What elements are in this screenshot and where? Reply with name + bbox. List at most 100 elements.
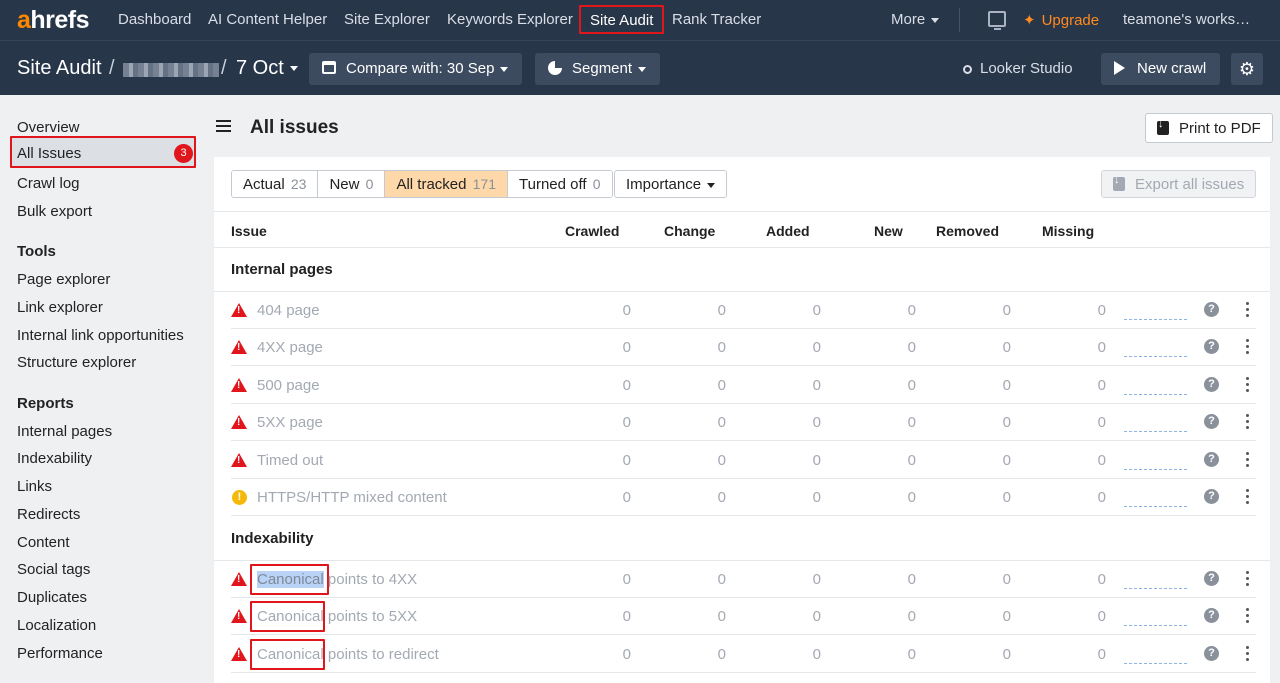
cell-value[interactable]: 0 [696,302,726,319]
sidebar-item-link-explorer[interactable]: Link explorer [17,299,103,316]
nav-keywords-explorer[interactable]: Keywords Explorer [447,11,573,28]
table-row[interactable]: 5XX page 0 0 0 0 0 0? [231,404,1256,442]
cell-value[interactable]: 0 [981,377,1011,394]
nav-rank-tracker[interactable]: Rank Tracker [672,11,761,28]
cell-value[interactable]: 0 [1076,452,1106,469]
segment-button[interactable]: Segment [535,53,661,85]
cell-value[interactable]: 0 [1076,646,1106,663]
sidebar-item-localization[interactable]: Localization [17,617,96,634]
cell-value[interactable]: 0 [1076,571,1106,588]
sidebar-item-crawl-log[interactable]: Crawl log [17,175,80,192]
sidebar-item-bulk-export[interactable]: Bulk export [17,203,92,220]
print-to-pdf-button[interactable]: Print to PDF [1145,113,1273,143]
issue-name[interactable]: Timed out [257,452,323,469]
nav-more-menu[interactable]: More [891,11,940,28]
sidebar-item-structure-explorer[interactable]: Structure explorer [17,354,136,371]
workspace-menu[interactable]: teamone's works… [1123,11,1250,28]
cell-value[interactable]: 0 [886,302,916,319]
cell-value[interactable]: 0 [791,608,821,625]
ahrefs-logo[interactable]: ahrefs [17,6,90,35]
cell-value[interactable]: 0 [791,646,821,663]
table-row[interactable]: Timed out 0 0 0 0 0 0? [231,442,1256,479]
tab-turned-off[interactable]: Turned off 0 [508,171,612,197]
help-icon[interactable]: ? [1204,302,1219,317]
importance-dropdown[interactable]: Importance [614,170,728,198]
help-icon[interactable]: ? [1204,414,1219,430]
help-icon[interactable]: ? [1204,608,1219,624]
cell-value[interactable]: 0 [1076,339,1106,356]
cell-value[interactable]: 0 [601,377,631,394]
cell-value[interactable]: 0 [791,571,821,588]
cell-value[interactable]: 0 [601,302,631,319]
cell-value[interactable]: 0 [791,339,821,356]
sidebar-item-internal-pages[interactable]: Internal pages [17,423,112,440]
upgrade-link[interactable]: ✦ Upgrade [1023,11,1099,29]
cell-value[interactable]: 0 [696,571,726,588]
issue-name[interactable]: 500 page [257,377,320,394]
table-row[interactable]: Canonical points to 5XX 0 0 0 0 0 0? [231,598,1256,636]
cell-value[interactable]: 0 [601,608,631,625]
cell-value[interactable]: 0 [886,377,916,394]
column-header-missing[interactable]: Missing [1042,223,1094,239]
cell-value[interactable]: 0 [1076,608,1106,625]
sidebar-item-content[interactable]: Content [17,534,70,551]
sidebar-item-performance[interactable]: Performance [17,645,103,662]
help-icon[interactable]: ? [1204,376,1219,392]
more-options-icon[interactable] [1246,571,1249,586]
cell-value[interactable]: 0 [601,489,631,506]
tab-actual[interactable]: Actual 23 [232,171,319,197]
issue-name[interactable]: Canonical points to redirect [257,646,439,663]
cell-value[interactable]: 0 [981,571,1011,588]
cell-value[interactable]: 0 [696,646,726,663]
table-row[interactable]: 404 page 0 0 0 0 0 0? [231,292,1256,329]
crawl-date-selector[interactable]: 7 Oct [236,57,298,80]
sidebar-item-all-issues[interactable]: All Issues 3 [10,136,196,168]
cell-value[interactable]: 0 [791,414,821,431]
sidebar-item-overview[interactable]: Overview [17,119,80,136]
cell-value[interactable]: 0 [981,608,1011,625]
cell-value[interactable]: 0 [981,339,1011,356]
cell-value[interactable]: 0 [1076,377,1106,394]
table-row[interactable]: Canonical points to 4XX 0 0 0 0 0 0? [231,561,1256,598]
cell-value[interactable]: 0 [601,571,631,588]
cell-value[interactable]: 0 [791,452,821,469]
help-icon[interactable]: ? [1204,571,1219,586]
issue-name[interactable]: Canonical points to 5XX [257,608,417,625]
cell-value[interactable]: 0 [981,489,1011,506]
nav-site-audit[interactable]: Site Audit [579,5,665,34]
cell-value[interactable]: 0 [886,489,916,506]
cell-value[interactable]: 0 [1076,414,1106,431]
table-row[interactable]: 4XX page 0 0 0 0 0 0? [231,329,1256,367]
table-row[interactable]: ! HTTPS/HTTP mixed content 0 0 0 0 0 0? [231,479,1256,516]
cell-value[interactable]: 0 [791,302,821,319]
sidebar-item-links[interactable]: Links [17,478,52,495]
help-icon[interactable]: ? [1204,489,1219,504]
looker-studio-link[interactable]: Looker Studio [963,60,1073,77]
more-options-icon[interactable] [1246,376,1249,392]
cell-value[interactable]: 0 [601,646,631,663]
cell-value[interactable]: 0 [886,339,916,356]
cell-value[interactable]: 0 [1076,302,1106,319]
page-title-site-audit[interactable]: Site Audit [17,57,102,80]
nav-ai-content-helper[interactable]: AI Content Helper [208,11,327,28]
project-name-redacted[interactable] [123,63,219,77]
cell-value[interactable]: 0 [886,646,916,663]
help-icon[interactable]: ? [1204,645,1219,661]
cell-value[interactable]: 0 [601,339,631,356]
issue-name[interactable]: 4XX page [257,339,323,356]
column-header-added[interactable]: Added [766,223,810,239]
column-header-new[interactable]: New [874,223,903,239]
menu-icon[interactable] [216,120,231,132]
cell-value[interactable]: 0 [696,414,726,431]
table-row[interactable]: 500 page 0 0 0 0 0 0? [231,367,1256,404]
cell-value[interactable]: 0 [886,414,916,431]
sidebar-item-redirects[interactable]: Redirects [17,506,80,523]
sidebar-item-indexability[interactable]: Indexability [17,450,92,467]
issue-name[interactable]: 5XX page [257,414,323,431]
cell-value[interactable]: 0 [696,452,726,469]
cell-value[interactable]: 0 [981,414,1011,431]
more-options-icon[interactable] [1246,451,1249,467]
cell-value[interactable]: 0 [886,571,916,588]
sidebar-item-page-explorer[interactable]: Page explorer [17,271,110,288]
sidebar-item-internal-link-opportunities[interactable]: Internal link opportunities [17,327,184,344]
